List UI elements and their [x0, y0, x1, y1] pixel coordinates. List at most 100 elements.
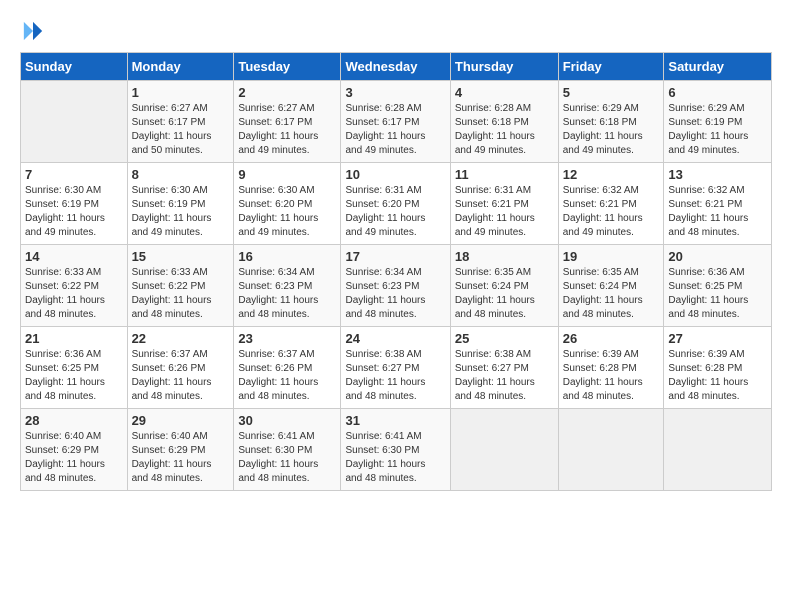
day-info: Sunrise: 6:32 AM Sunset: 6:21 PM Dayligh…: [668, 184, 767, 240]
calendar-cell: 18 Sunrise: 6:35 AM Sunset: 6:24 PM Dayli…: [450, 245, 558, 327]
calendar-cell: 15 Sunrise: 6:33 AM Sunset: 6:22 PM Dayli…: [127, 245, 234, 327]
day-info: Sunrise: 6:39 AM Sunset: 6:28 PM Dayligh…: [668, 348, 767, 404]
day-info: Sunrise: 6:30 AM Sunset: 6:19 PM Dayligh…: [132, 184, 230, 240]
logo-icon: [22, 20, 44, 42]
day-of-week-header: Monday: [127, 53, 234, 81]
day-info: Sunrise: 6:37 AM Sunset: 6:26 PM Dayligh…: [238, 348, 336, 404]
calendar-cell: 1Sunrise: 6:27 AM Sunset: 6:17 PM Daylig…: [127, 81, 234, 163]
day-number: 13: [668, 167, 767, 182]
day-number: 6: [668, 85, 767, 100]
day-info: Sunrise: 6:35 AM Sunset: 6:24 PM Dayligh…: [455, 266, 554, 322]
day-number: 22: [132, 331, 230, 346]
day-number: 10: [345, 167, 445, 182]
calendar-cell: 16Sunrise: 6:34 AM Sunset: 6:23 PM Dayli…: [234, 245, 341, 327]
calendar-cell: 3 Sunrise: 6:28 AM Sunset: 6:17 PM Daylig…: [341, 81, 450, 163]
day-number: 11: [455, 167, 554, 182]
day-number: 25: [455, 331, 554, 346]
day-number: 16: [238, 249, 336, 264]
day-number: 15: [132, 249, 230, 264]
day-number: 31: [345, 413, 445, 428]
calendar-cell: 9 Sunrise: 6:30 AM Sunset: 6:20 PM Daylig…: [234, 163, 341, 245]
day-number: 12: [563, 167, 660, 182]
calendar-cell: 19Sunrise: 6:35 AM Sunset: 6:24 PM Dayli…: [558, 245, 664, 327]
day-number: 23: [238, 331, 336, 346]
logo: [20, 20, 44, 42]
calendar-cell: 8 Sunrise: 6:30 AM Sunset: 6:19 PM Daylig…: [127, 163, 234, 245]
day-info: Sunrise: 6:35 AM Sunset: 6:24 PM Dayligh…: [563, 266, 660, 322]
calendar-cell: 4 Sunrise: 6:28 AM Sunset: 6:18 PM Daylig…: [450, 81, 558, 163]
day-info: Sunrise: 6:34 AM Sunset: 6:23 PM Dayligh…: [345, 266, 445, 322]
day-number: 14: [25, 249, 123, 264]
day-info: Sunrise: 6:29 AM Sunset: 6:18 PM Dayligh…: [563, 102, 660, 158]
calendar-cell: 23 Sunrise: 6:37 AM Sunset: 6:26 PM Dayli…: [234, 327, 341, 409]
day-number: 3: [345, 85, 445, 100]
day-info: Sunrise: 6:40 AM Sunset: 6:29 PM Dayligh…: [132, 430, 230, 486]
day-of-week-header: Thursday: [450, 53, 558, 81]
day-number: 21: [25, 331, 123, 346]
calendar-cell: 27 Sunrise: 6:39 AM Sunset: 6:28 PM Dayli…: [664, 327, 772, 409]
calendar-cell: 5 Sunrise: 6:29 AM Sunset: 6:18 PM Daylig…: [558, 81, 664, 163]
day-number: 20: [668, 249, 767, 264]
calendar-cell: 2 Sunrise: 6:27 AM Sunset: 6:17 PM Daylig…: [234, 81, 341, 163]
day-info: Sunrise: 6:27 AM Sunset: 6:17 PM Dayligh…: [132, 102, 230, 158]
calendar-cell: 28 Sunrise: 6:40 AM Sunset: 6:29 PM Dayli…: [21, 409, 128, 491]
day-number: 5: [563, 85, 660, 100]
day-info: Sunrise: 6:29 AM Sunset: 6:19 PM Dayligh…: [668, 102, 767, 158]
day-of-week-header: Sunday: [21, 53, 128, 81]
day-info: Sunrise: 6:38 AM Sunset: 6:27 PM Dayligh…: [345, 348, 445, 404]
day-number: 30: [238, 413, 336, 428]
calendar-cell: 22 Sunrise: 6:37 AM Sunset: 6:26 PM Dayli…: [127, 327, 234, 409]
day-info: Sunrise: 6:41 AM Sunset: 6:30 PM Dayligh…: [238, 430, 336, 486]
day-number: 18: [455, 249, 554, 264]
calendar-table: SundayMondayTuesdayWednesdayThursdayFrid…: [20, 52, 772, 491]
day-info: Sunrise: 6:30 AM Sunset: 6:20 PM Dayligh…: [238, 184, 336, 240]
calendar-cell: 6 Sunrise: 6:29 AM Sunset: 6:19 PM Daylig…: [664, 81, 772, 163]
calendar-cell: 14 Sunrise: 6:33 AM Sunset: 6:22 PM Dayli…: [21, 245, 128, 327]
day-number: 2: [238, 85, 336, 100]
day-info: Sunrise: 6:33 AM Sunset: 6:22 PM Dayligh…: [25, 266, 123, 322]
day-info: Sunrise: 6:33 AM Sunset: 6:22 PM Dayligh…: [132, 266, 230, 322]
day-info: Sunrise: 6:37 AM Sunset: 6:26 PM Dayligh…: [132, 348, 230, 404]
calendar-cell: 29 Sunrise: 6:40 AM Sunset: 6:29 PM Dayli…: [127, 409, 234, 491]
calendar-cell: 31Sunrise: 6:41 AM Sunset: 6:30 PM Dayli…: [341, 409, 450, 491]
calendar-cell: 24 Sunrise: 6:38 AM Sunset: 6:27 PM Dayli…: [341, 327, 450, 409]
day-info: Sunrise: 6:40 AM Sunset: 6:29 PM Dayligh…: [25, 430, 123, 486]
calendar-week-row: 7Sunrise: 6:30 AM Sunset: 6:19 PM Daylig…: [21, 163, 772, 245]
day-of-week-header: Saturday: [664, 53, 772, 81]
day-info: Sunrise: 6:28 AM Sunset: 6:17 PM Dayligh…: [345, 102, 445, 158]
day-info: Sunrise: 6:36 AM Sunset: 6:25 PM Dayligh…: [668, 266, 767, 322]
day-info: Sunrise: 6:28 AM Sunset: 6:18 PM Dayligh…: [455, 102, 554, 158]
calendar-cell: [664, 409, 772, 491]
day-number: 8: [132, 167, 230, 182]
calendar-cell: 13 Sunrise: 6:32 AM Sunset: 6:21 PM Dayli…: [664, 163, 772, 245]
calendar-cell: 21 Sunrise: 6:36 AM Sunset: 6:25 PM Dayli…: [21, 327, 128, 409]
day-number: 28: [25, 413, 123, 428]
calendar-cell: 12 Sunrise: 6:32 AM Sunset: 6:21 PM Dayli…: [558, 163, 664, 245]
day-number: 4: [455, 85, 554, 100]
day-info: Sunrise: 6:27 AM Sunset: 6:17 PM Dayligh…: [238, 102, 336, 158]
day-number: 29: [132, 413, 230, 428]
calendar-cell: 7Sunrise: 6:30 AM Sunset: 6:19 PM Daylig…: [21, 163, 128, 245]
day-number: 26: [563, 331, 660, 346]
day-info: Sunrise: 6:31 AM Sunset: 6:20 PM Dayligh…: [345, 184, 445, 240]
calendar-cell: 17Sunrise: 6:34 AM Sunset: 6:23 PM Dayli…: [341, 245, 450, 327]
calendar-cell: [21, 81, 128, 163]
day-info: Sunrise: 6:31 AM Sunset: 6:21 PM Dayligh…: [455, 184, 554, 240]
day-info: Sunrise: 6:36 AM Sunset: 6:25 PM Dayligh…: [25, 348, 123, 404]
calendar-body: 1Sunrise: 6:27 AM Sunset: 6:17 PM Daylig…: [21, 81, 772, 491]
calendar-cell: [450, 409, 558, 491]
calendar-week-row: 14 Sunrise: 6:33 AM Sunset: 6:22 PM Dayli…: [21, 245, 772, 327]
calendar-cell: 25Sunrise: 6:38 AM Sunset: 6:27 PM Dayli…: [450, 327, 558, 409]
calendar-cell: 10 Sunrise: 6:31 AM Sunset: 6:20 PM Dayli…: [341, 163, 450, 245]
day-number: 9: [238, 167, 336, 182]
calendar-cell: 26 Sunrise: 6:39 AM Sunset: 6:28 PM Dayli…: [558, 327, 664, 409]
calendar-cell: 11 Sunrise: 6:31 AM Sunset: 6:21 PM Dayli…: [450, 163, 558, 245]
day-info: Sunrise: 6:32 AM Sunset: 6:21 PM Dayligh…: [563, 184, 660, 240]
day-info: Sunrise: 6:39 AM Sunset: 6:28 PM Dayligh…: [563, 348, 660, 404]
calendar-week-row: 28 Sunrise: 6:40 AM Sunset: 6:29 PM Dayli…: [21, 409, 772, 491]
day-number: 27: [668, 331, 767, 346]
day-of-week-header: Friday: [558, 53, 664, 81]
calendar-cell: 30 Sunrise: 6:41 AM Sunset: 6:30 PM Dayli…: [234, 409, 341, 491]
calendar-week-row: 21 Sunrise: 6:36 AM Sunset: 6:25 PM Dayli…: [21, 327, 772, 409]
day-number: 24: [345, 331, 445, 346]
